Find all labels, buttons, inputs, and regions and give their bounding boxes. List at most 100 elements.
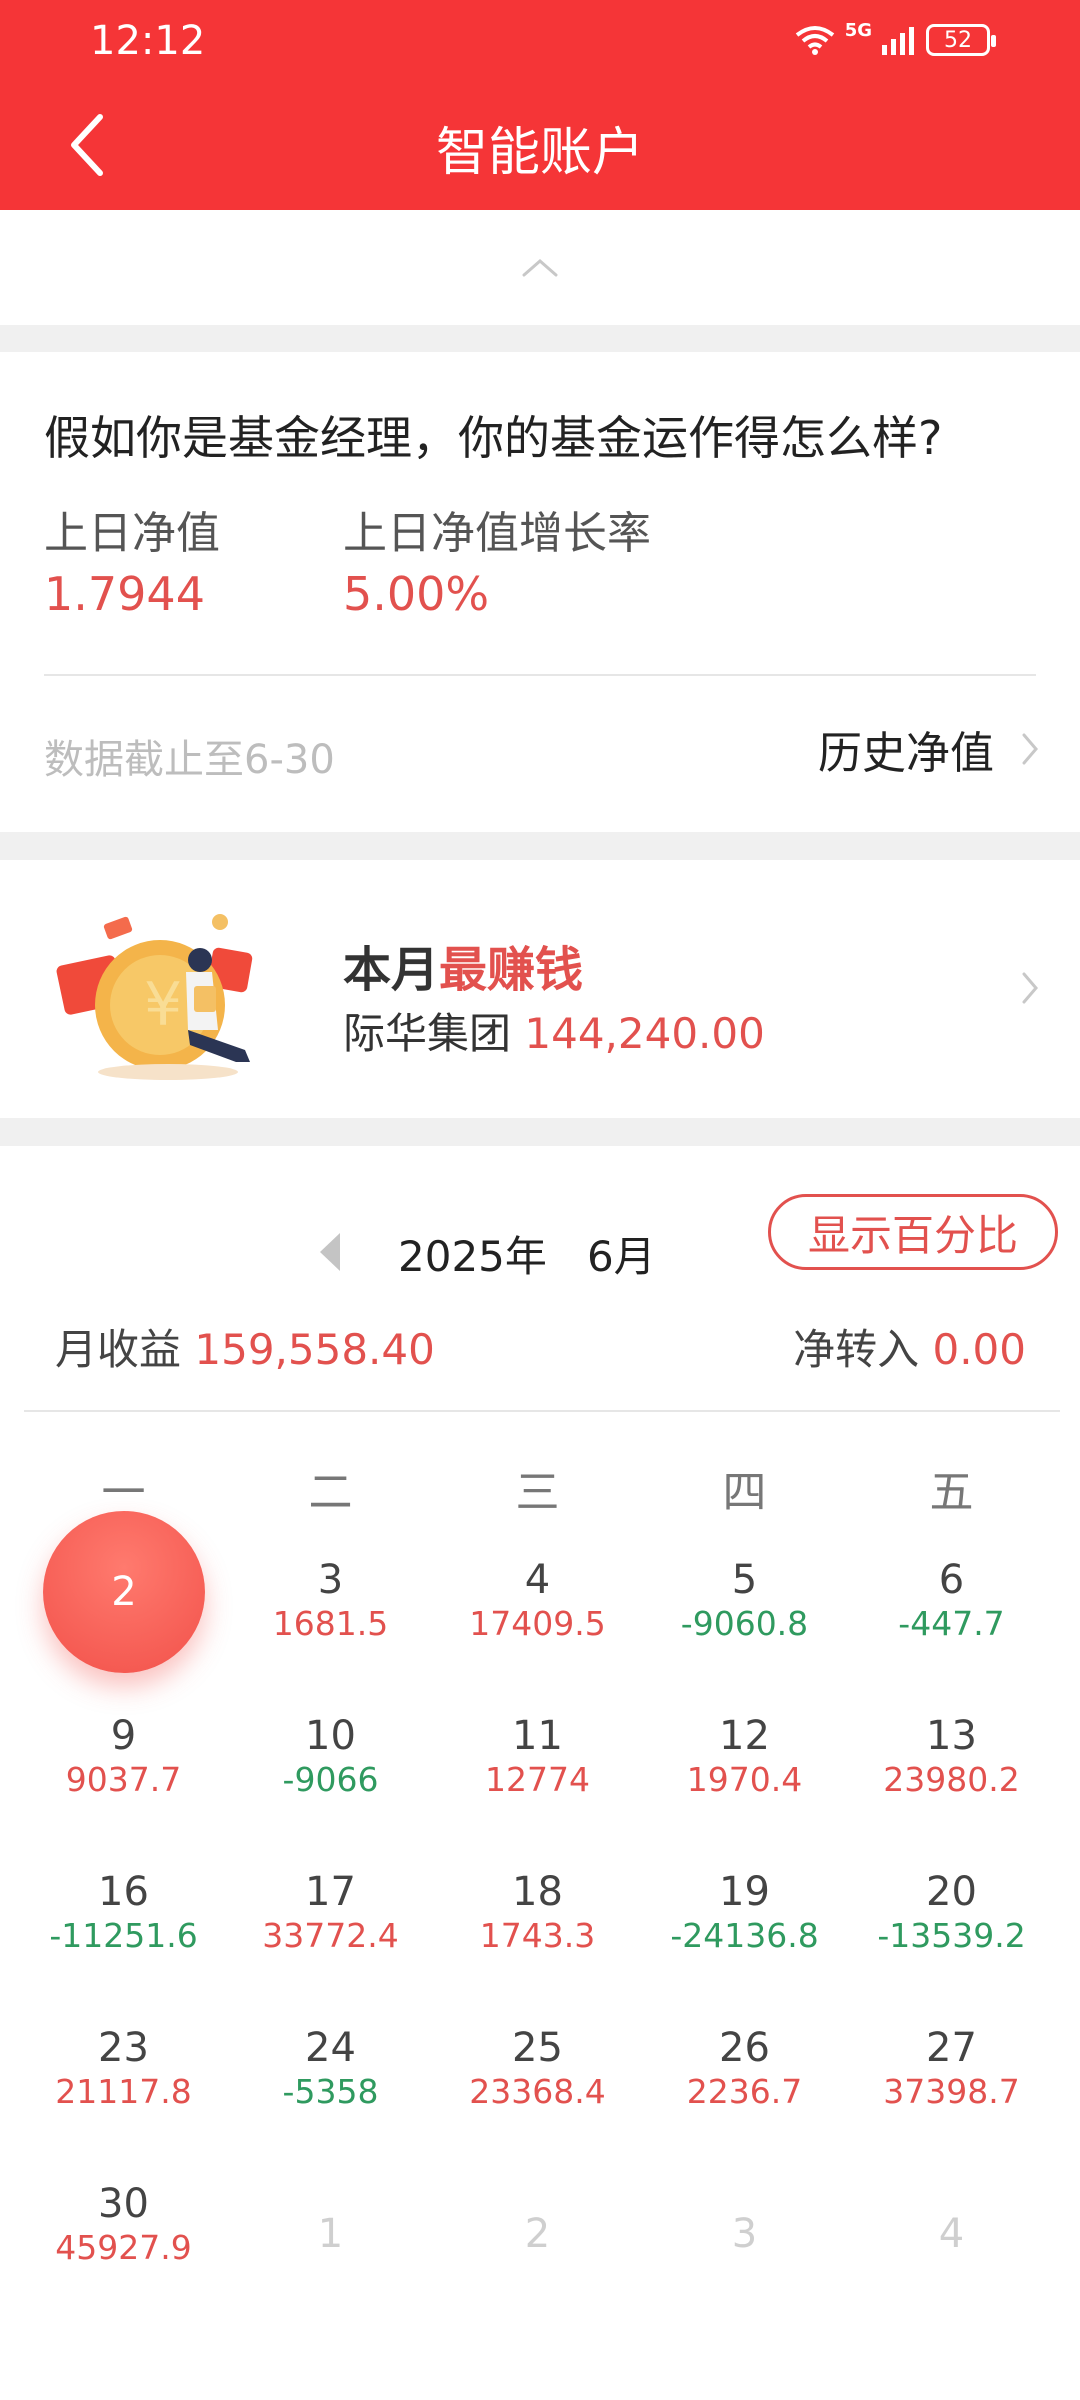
month-label: 2025年 6月: [398, 1223, 656, 1284]
net-transfer: 净转入 0.00: [793, 1316, 1026, 1377]
day-profit-value: -447.7: [898, 1604, 1005, 1643]
fund-question: 假如你是基金经理，你的基金运作得怎么样?: [44, 411, 943, 465]
history-nav-link[interactable]: 历史净值: [818, 717, 1040, 781]
calendar-week-row: 9 9037.7 10 -9066 11 12774 12 1970.4 13 23980.2: [20, 1702, 1060, 1858]
calendar-grid: 2 3 1681.5 4 17409.5 5 -9060.8 6 -447.7 9 9037.7 10…: [20, 1511, 1060, 2326]
day-profit-value: 1970.4: [686, 1760, 803, 1799]
best-month-card[interactable]: ¥ 本月最赚钱 际华集团 144,240.00: [0, 860, 1080, 1118]
best-month-detail: 际华集团 144,240.00: [343, 1000, 765, 1061]
day-number: 2: [524, 2211, 551, 2257]
calendar-day[interactable]: 11 12774: [434, 1702, 641, 1858]
net-transfer-value: 0.00: [932, 1325, 1026, 1374]
day-number: 5: [731, 1557, 758, 1603]
best-company-amount: 144,240.00: [524, 1009, 765, 1058]
card-divider: [44, 674, 1036, 676]
calendar-day[interactable]: 12 1970.4: [641, 1702, 848, 1858]
calendar-day[interactable]: 17 33772.4: [227, 1858, 434, 2014]
chevron-up-icon[interactable]: [520, 255, 560, 283]
calendar-day-selected[interactable]: 2: [20, 1511, 227, 1702]
status-icons: 5G 52: [795, 20, 996, 60]
history-link-label: 历史净值: [818, 728, 994, 779]
day-profit-value: 12774: [485, 1760, 590, 1799]
section-divider: [0, 832, 1080, 860]
coin-illustration: ¥: [50, 890, 280, 1090]
day-profit-value: -24136.8: [670, 1916, 819, 1955]
collapse-toggle-row[interactable]: [0, 210, 1080, 325]
calendar-day[interactable]: 16 -11251.6: [20, 1858, 227, 2014]
calendar-week-row: 23 21117.8 24 -5358 25 23368.4 26 2236.7 27 37398…: [20, 2014, 1060, 2170]
day-number: 6: [938, 1557, 965, 1603]
data-date: 数据截止至6-30: [44, 737, 335, 783]
fund-performance-card: 假如你是基金经理，你的基金运作得怎么样? 上日净值 上日净值增长率 1.7944…: [0, 352, 1080, 832]
calendar-day[interactable]: 30 45927.9: [20, 2170, 227, 2326]
calendar-day: 4: [848, 2170, 1055, 2326]
calendar-day[interactable]: 4 17409.5: [434, 1546, 641, 1702]
triangle-left-icon: [320, 1233, 340, 1271]
chevron-right-icon: [1022, 733, 1038, 765]
day-profit-value: -9060.8: [680, 1604, 809, 1643]
weekday-label: 二: [308, 1467, 353, 1518]
calendar-day[interactable]: 20 -13539.2: [848, 1858, 1055, 2014]
calendar-day[interactable]: 3 1681.5: [227, 1546, 434, 1702]
app-header: 12:12 5G 52 智能账户: [0, 0, 1080, 210]
monthly-income-label: 月收益: [55, 1325, 182, 1374]
calendar-day[interactable]: 19 -24136.8: [641, 1858, 848, 2014]
calendar-divider: [24, 1410, 1060, 1412]
calendar-day[interactable]: 23 21117.8: [20, 2014, 227, 2170]
selected-day-number: 2: [43, 1511, 205, 1673]
month-summary: 月收益 159,558.40 净转入 0.00: [0, 1316, 1080, 1386]
day-number: 27: [926, 2025, 977, 2071]
day-number: 25: [512, 2025, 563, 2071]
day-profit-value: 9037.7: [65, 1760, 182, 1799]
calendar-day[interactable]: 18 1743.3: [434, 1858, 641, 2014]
day-number: 12: [719, 1713, 770, 1759]
wifi-icon: [795, 25, 835, 55]
calendar-day[interactable]: 13 23980.2: [848, 1702, 1055, 1858]
day-number: 1: [317, 2211, 344, 2257]
signal-icon: [882, 25, 916, 55]
calendar-day[interactable]: 26 2236.7: [641, 2014, 848, 2170]
calendar-day[interactable]: 5 -9060.8: [641, 1546, 848, 1702]
day-number: 20: [926, 1869, 977, 1915]
day-number: 19: [719, 1869, 770, 1915]
monthly-income: 月收益 159,558.40: [55, 1316, 435, 1377]
day-profit-value: 45927.9: [55, 2228, 192, 2267]
section-divider: [0, 1118, 1080, 1146]
best-month-title-prefix: 本月: [343, 942, 440, 998]
day-profit-value: 23980.2: [883, 1760, 1020, 1799]
prev-month-button[interactable]: [318, 1231, 342, 1277]
day-number: 4: [524, 1557, 551, 1603]
day-profit-value: -11251.6: [49, 1916, 198, 1955]
monthly-income-value: 159,558.40: [194, 1325, 435, 1374]
day-profit-value: 23368.4: [469, 2072, 606, 2111]
svg-text:¥: ¥: [144, 970, 182, 1040]
calendar-day[interactable]: 9 9037.7: [20, 1702, 227, 1858]
calendar-day[interactable]: 25 23368.4: [434, 2014, 641, 2170]
weekday-label: 四: [722, 1467, 767, 1518]
best-month-title: 本月最赚钱: [343, 930, 583, 1000]
battery-level: 52: [944, 27, 972, 53]
calendar-day: 3: [641, 2170, 848, 2326]
calendar-day[interactable]: 10 -9066: [227, 1702, 434, 1858]
day-number: 26: [719, 2025, 770, 2071]
day-number: 11: [512, 1713, 563, 1759]
net-transfer-label: 净转入: [793, 1325, 920, 1374]
day-number: 23: [98, 2025, 149, 2071]
day-number: 4: [938, 2211, 965, 2257]
calendar-day[interactable]: 6 -447.7: [848, 1546, 1055, 1702]
best-company-name: 际华集团: [343, 1009, 512, 1058]
calendar-day[interactable]: 27 37398.7: [848, 2014, 1055, 2170]
day-number: 10: [305, 1713, 356, 1759]
show-percentage-button[interactable]: 显示百分比: [768, 1194, 1058, 1270]
calendar-day: 2: [434, 2170, 641, 2326]
day-number: 3: [317, 1557, 344, 1603]
calendar-day: 1: [227, 2170, 434, 2326]
weekday-label: 五: [929, 1467, 974, 1518]
calendar-day[interactable]: 24 -5358: [227, 2014, 434, 2170]
growth-value: 5.00%: [343, 567, 490, 621]
day-number: 17: [305, 1869, 356, 1915]
day-number: 3: [731, 2211, 758, 2257]
day-profit-value: 1743.3: [479, 1916, 596, 1955]
battery-icon: 52: [926, 24, 996, 56]
day-number: 16: [98, 1869, 149, 1915]
